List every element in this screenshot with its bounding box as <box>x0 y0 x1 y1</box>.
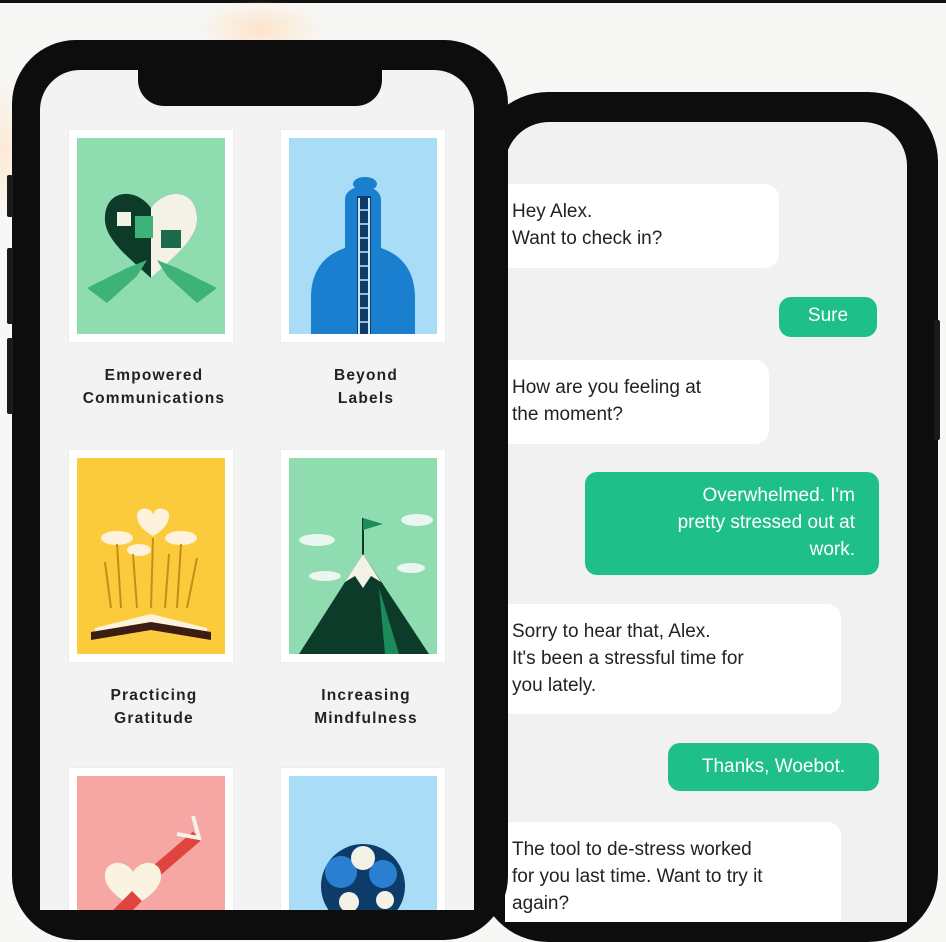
side-button <box>7 248 13 324</box>
course-title: Empowered Communications <box>82 367 226 407</box>
top-border <box>0 0 946 3</box>
chat-screen[interactable]: Hey Alex. Want to check in? Sure How are… <box>505 122 907 922</box>
chat-bubble-bot: Sorry to hear that, Alex. It's been a st… <box>505 604 841 714</box>
heart-hands-illustration <box>77 138 225 334</box>
blue-tree-illustration <box>289 776 437 910</box>
course-card[interactable] <box>69 768 233 910</box>
chat-bubble-bot: Hey Alex. Want to check in? <box>505 184 779 268</box>
course-card-beyond-labels[interactable] <box>281 130 445 342</box>
courses-screen[interactable]: Empowered Communications Beyond Labels P… <box>40 70 474 910</box>
book-hearts-illustration <box>77 458 225 654</box>
heart-arrow-illustration <box>77 776 225 910</box>
course-card-empowered-communications[interactable] <box>69 130 233 342</box>
course-card-practicing-gratitude[interactable] <box>69 450 233 662</box>
course-title: Beyond Labels <box>333 367 399 407</box>
side-button <box>7 338 13 414</box>
course-card[interactable] <box>281 768 445 910</box>
chat-bubble-user: Sure <box>779 297 877 337</box>
mountain-flag-illustration <box>289 458 437 654</box>
chat-bubble-user: Thanks, Woebot. <box>668 743 879 791</box>
course-title: Increasing Mindfulness <box>314 687 418 727</box>
phone-notch <box>138 66 382 106</box>
side-button <box>934 320 940 440</box>
side-button <box>7 175 13 217</box>
chat-bubble-bot: How are you feeling at the moment? <box>505 360 769 444</box>
chat-bubble-bot: The tool to de-stress worked for you las… <box>505 822 841 922</box>
chat-bubble-user: Overwhelmed. I'm pretty stressed out at … <box>585 472 879 575</box>
course-card-increasing-mindfulness[interactable] <box>281 450 445 662</box>
course-title: Practicing Gratitude <box>110 687 198 727</box>
head-ladder-illustration <box>289 138 437 334</box>
